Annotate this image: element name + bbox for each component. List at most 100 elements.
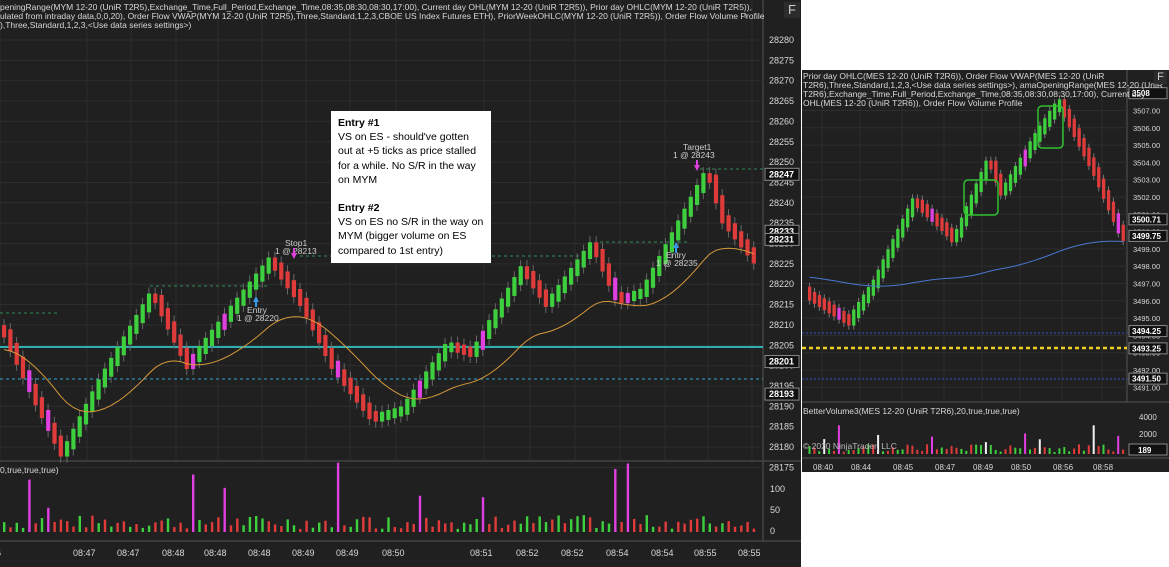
candle xyxy=(90,391,95,412)
time-tick-label: 08:54 xyxy=(651,548,674,558)
volume-bar xyxy=(507,524,510,532)
time-tick-label: 08:47 xyxy=(935,463,956,472)
volume-bar xyxy=(21,527,25,532)
candle xyxy=(96,379,101,400)
candle xyxy=(512,277,517,296)
candle xyxy=(27,370,32,393)
volume-bar xyxy=(273,524,277,532)
candle xyxy=(8,329,13,352)
candle xyxy=(449,342,454,353)
right-chart-panel[interactable]: 3508.003507.003506.003505.003504.003503.… xyxy=(802,70,1169,472)
candle xyxy=(1018,157,1022,175)
candle xyxy=(817,295,822,307)
left-chart-canvas[interactable]: 2828028275282702826528260282552825028245… xyxy=(0,0,801,567)
volume-bar xyxy=(9,527,12,532)
price-marker-value: 28231 xyxy=(769,234,794,244)
volume-bar xyxy=(3,522,6,532)
candle xyxy=(726,215,731,232)
volume-bar xyxy=(645,515,648,532)
candle xyxy=(974,183,978,204)
candle xyxy=(979,172,983,193)
f-button[interactable]: F xyxy=(1154,71,1167,84)
price-marker-value: 3500.71 xyxy=(1132,215,1161,224)
candle xyxy=(468,346,473,357)
price-tick-label: 28185 xyxy=(769,422,794,432)
volume-bar xyxy=(544,522,548,532)
candle xyxy=(876,269,880,289)
volume-bar xyxy=(570,519,573,532)
volume-bar xyxy=(911,445,914,454)
time-tick-label: 08:50 xyxy=(382,548,405,558)
volume-bar xyxy=(746,521,749,532)
candle xyxy=(178,334,183,356)
time-tick-label: 08:55 xyxy=(694,548,717,558)
price-tick-label: 28220 xyxy=(769,279,794,289)
f-button[interactable]: F xyxy=(784,2,800,18)
candle xyxy=(1038,125,1042,142)
price-marker-value: 3499.75 xyxy=(1132,232,1161,241)
candle xyxy=(417,380,422,398)
candle xyxy=(832,304,836,317)
price-tick-label: 3507.00 xyxy=(1133,106,1160,115)
volume-bar xyxy=(40,518,44,532)
volume-bar xyxy=(78,515,81,532)
volume-bar xyxy=(965,450,968,454)
price-tick-label: 28270 xyxy=(769,76,794,86)
candle xyxy=(184,347,189,370)
candle xyxy=(285,271,290,289)
volume-bar xyxy=(97,523,100,532)
time-tick-label: 08:50 xyxy=(1011,463,1032,472)
candle xyxy=(847,314,851,326)
time-tick-label: 08:48 xyxy=(248,548,271,558)
price-tick-label: 3506.00 xyxy=(1133,124,1160,133)
candle xyxy=(984,160,988,181)
volume-bar xyxy=(595,527,598,532)
chevron-right-icon[interactable]: › xyxy=(744,8,748,22)
candle xyxy=(739,231,744,248)
candle xyxy=(720,195,725,224)
volume-bar xyxy=(513,520,516,532)
volume-bar xyxy=(1073,448,1076,454)
candle xyxy=(474,341,479,357)
price-tick-label: 28255 xyxy=(769,137,794,147)
time-tick-label: 08:40 xyxy=(813,463,834,472)
left-chart-panel[interactable]: 28280 28275 28270 28265 28260 28255 28250 28245… xyxy=(0,0,801,567)
volume-bar xyxy=(752,528,756,532)
volume-bar xyxy=(368,517,371,532)
candle xyxy=(71,428,76,450)
price-tick-label: 3495.00 xyxy=(1133,314,1160,323)
volume-bar xyxy=(399,528,403,532)
volume-bar xyxy=(292,525,296,532)
volume-bar xyxy=(185,528,189,532)
candle xyxy=(329,347,334,369)
volume-bar xyxy=(91,515,94,532)
time-tick-label: 08:52 xyxy=(516,548,539,558)
candle xyxy=(146,293,152,313)
price-tick-label: 28180 xyxy=(769,442,794,452)
candle xyxy=(203,337,208,354)
candle xyxy=(272,257,278,271)
volume-bar xyxy=(330,527,333,532)
volume-bar xyxy=(950,446,953,454)
candle xyxy=(436,353,441,371)
candle xyxy=(871,279,875,296)
volume-bar xyxy=(1117,435,1120,454)
candle xyxy=(254,273,259,290)
order-price: 1 @ 28235 xyxy=(656,258,698,268)
volume-bar xyxy=(626,463,630,532)
candle xyxy=(575,259,580,277)
candle xyxy=(342,369,347,386)
volume-bar xyxy=(72,526,75,532)
candle xyxy=(732,223,737,240)
candle xyxy=(20,356,26,379)
time-tick-label: 6 xyxy=(0,548,1,558)
candle xyxy=(745,239,750,256)
candle xyxy=(524,266,530,280)
price-tick-label: 28215 xyxy=(769,300,794,310)
volume-bar xyxy=(47,507,50,532)
candle xyxy=(222,313,227,330)
price-tick-label: 28280 xyxy=(769,35,794,45)
candle xyxy=(688,196,693,217)
time-tick-label: 08:49 xyxy=(336,548,359,558)
volume-bar xyxy=(66,521,69,532)
